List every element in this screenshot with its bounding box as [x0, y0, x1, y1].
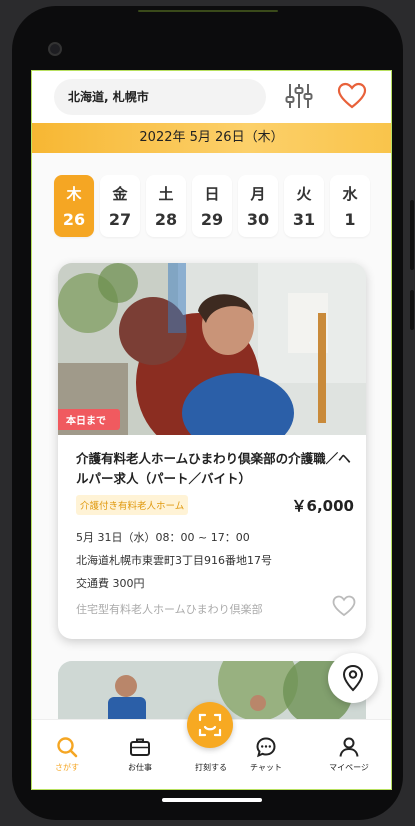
power-button	[410, 290, 414, 330]
company-name: 住宅型有料老人ホームひまわり倶楽部	[76, 603, 263, 616]
clock-in-button[interactable]	[187, 702, 233, 748]
day-chip[interactable]: 金 27	[100, 175, 140, 237]
day-weekday: 木	[66, 185, 82, 203]
day-chip[interactable]: 日 29	[192, 175, 232, 237]
day-chip[interactable]: 木 26	[54, 175, 94, 237]
chat-bubble-icon	[256, 737, 276, 758]
day-date: 26	[62, 210, 86, 229]
day-date: 28	[154, 210, 178, 229]
front-camera	[48, 42, 62, 56]
sliders-icon[interactable]	[284, 81, 314, 111]
day-chip[interactable]: 月 30	[238, 175, 278, 237]
day-date: 29	[200, 210, 224, 229]
day-chip[interactable]: 土 28	[146, 175, 186, 237]
briefcase-icon	[130, 738, 150, 756]
nav-mypage[interactable]: マイページ	[319, 736, 379, 773]
date-selector: 木 26 金 27 土 28 日 29 月 30 火 31 水1	[54, 175, 391, 237]
day-date: 30	[246, 210, 270, 229]
map-button[interactable]	[328, 653, 378, 703]
app-screen: 北海道, 札幌市 2022年 5月 26日（木） 木 26 金 27 土 28 日 29…	[31, 70, 392, 790]
heart-icon[interactable]	[337, 81, 367, 111]
day-weekday: 月	[250, 185, 266, 203]
scan-icon	[198, 713, 222, 737]
location-selector[interactable]: 北海道, 札幌市	[54, 79, 266, 115]
day-chip[interactable]: 火 31	[284, 175, 324, 237]
date-banner: 2022年 5月 26日（木）	[32, 123, 391, 153]
nav-work-label: お仕事	[128, 763, 152, 772]
home-indicator	[162, 798, 262, 802]
job-schedule: 5月 31日（水）08：00 ~ 17：00	[76, 531, 250, 544]
speaker-grille	[138, 10, 278, 12]
job-card[interactable]: 本日まで 介護有料老人ホームひまわり倶楽部の介護職／ヘルパー求人（パート／バイト…	[58, 263, 366, 639]
day-weekday: 日	[204, 185, 220, 203]
job-title: 介護有料老人ホームひまわり倶楽部の介護職／ヘルパー求人（パート／バイト）	[76, 451, 351, 486]
search-icon	[57, 737, 78, 758]
job-transport: 交通費 300円	[76, 577, 145, 590]
user-icon	[339, 737, 359, 757]
volume-button	[410, 200, 414, 270]
clock-in-label: 打刻する	[195, 763, 227, 772]
nav-chat-label: チャット	[250, 763, 282, 772]
facility-tag: 介護付き有料老人ホーム	[76, 495, 189, 515]
day-weekday: 水	[342, 185, 358, 203]
nav-mypage-label: マイページ	[329, 763, 369, 772]
job-address: 北海道札幌市東雲町3丁目916番地17号	[76, 554, 272, 567]
day-date: 31	[292, 210, 316, 229]
day-weekday: 火	[296, 185, 312, 203]
nav-work[interactable]: お仕事	[110, 736, 170, 773]
day-date: 27	[108, 210, 132, 229]
nav-search[interactable]: さがす	[37, 736, 97, 773]
nav-search-label: さがす	[55, 763, 79, 772]
day-date: 1	[344, 210, 356, 229]
app-header: 北海道, 札幌市	[32, 71, 391, 123]
location-pin-icon	[342, 664, 364, 692]
day-chip[interactable]: 水1	[330, 175, 370, 237]
heart-outline-icon[interactable]	[332, 595, 356, 617]
day-weekday: 土	[158, 185, 174, 203]
deadline-badge: 本日まで	[58, 409, 120, 430]
nav-chat[interactable]: チャット	[236, 736, 296, 773]
bottom-nav: さがす お仕事 打刻する チャット マイページ	[32, 702, 391, 789]
day-weekday: 金	[112, 185, 128, 203]
job-price: ￥6,000	[291, 497, 354, 515]
